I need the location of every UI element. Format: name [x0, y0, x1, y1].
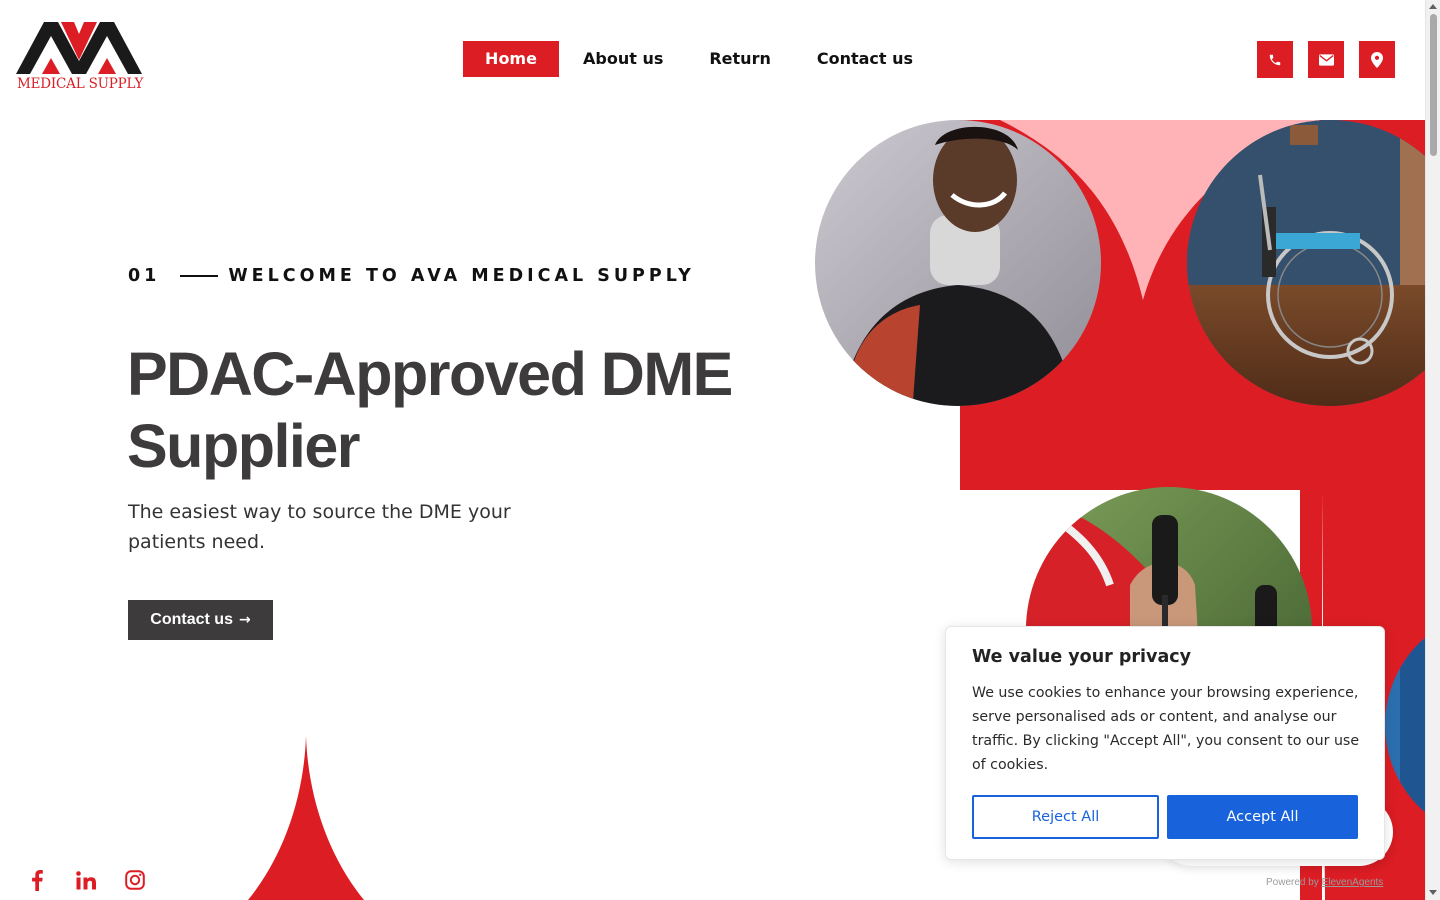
scroll-down-arrow-icon[interactable] — [1429, 890, 1437, 895]
hero-number: 01 — [128, 266, 161, 286]
facebook-icon — [32, 869, 43, 891]
ava-logo-mark — [16, 22, 142, 74]
reject-all-button[interactable]: Reject All — [972, 795, 1159, 839]
scroll-up-arrow-icon[interactable] — [1429, 4, 1437, 9]
cookie-consent-banner: We value your privacy We use cookies to … — [945, 626, 1385, 860]
phone-icon — [1269, 54, 1281, 65]
logo[interactable]: MEDICAL SUPPLY — [16, 20, 144, 92]
hero-title: PDAC-Approved DME Supplier — [127, 340, 733, 480]
page: MEDICAL SUPPLY Home About us Return Cont… — [0, 0, 1440, 900]
cookie-title: We value your privacy — [972, 647, 1192, 667]
linkedin-icon — [76, 870, 96, 889]
cookie-description: We use cookies to enhance your browsing … — [972, 685, 1360, 773]
nav-home[interactable]: Home — [463, 41, 559, 77]
hero-contact-button[interactable]: Contact us → — [128, 600, 273, 640]
powered-by-prefix: Powered by — [1266, 877, 1319, 888]
linkedin-link[interactable] — [75, 868, 97, 892]
logo-text: MEDICAL SUPPLY — [17, 76, 144, 92]
scroll-thumb[interactable] — [1430, 14, 1437, 156]
powered-by: Powered by ElevenAgents — [1266, 877, 1383, 888]
main-nav: Home About us Return Contact us — [463, 41, 936, 77]
red-spike-decoration — [248, 736, 364, 900]
page-scrollbar[interactable] — [1425, 0, 1440, 900]
phone-button[interactable] — [1257, 41, 1293, 78]
hero-subtitle: The easiest way to source the DME your p… — [128, 501, 511, 553]
elevenagents-link[interactable]: ElevenAgents — [1322, 877, 1384, 888]
instagram-link[interactable] — [124, 868, 146, 892]
facebook-link[interactable] — [26, 868, 48, 892]
cookie-buttons: Reject All Accept All — [972, 795, 1358, 839]
email-button[interactable] — [1308, 41, 1344, 78]
eyebrow-divider — [180, 275, 219, 277]
location-button[interactable] — [1359, 41, 1395, 78]
header-contact-icons — [1257, 41, 1395, 78]
nav-contact-us[interactable]: Contact us — [794, 41, 936, 77]
social-links — [26, 868, 146, 892]
envelope-icon — [1318, 53, 1334, 66]
map-pin-icon — [1371, 51, 1383, 68]
accept-all-button[interactable]: Accept All — [1167, 795, 1358, 839]
hero-eyebrow-text: WELCOME TO AVA MEDICAL SUPPLY — [228, 266, 695, 286]
instagram-icon — [125, 870, 145, 890]
arrow-right-icon: → — [238, 612, 251, 628]
hero-contact-label: Contact us — [150, 611, 233, 628]
hero-eyebrow: 01 WELCOME TO AVA MEDICAL SUPPLY — [128, 266, 695, 286]
nav-about-us[interactable]: About us — [560, 41, 686, 77]
nav-return[interactable]: Return — [686, 41, 794, 77]
